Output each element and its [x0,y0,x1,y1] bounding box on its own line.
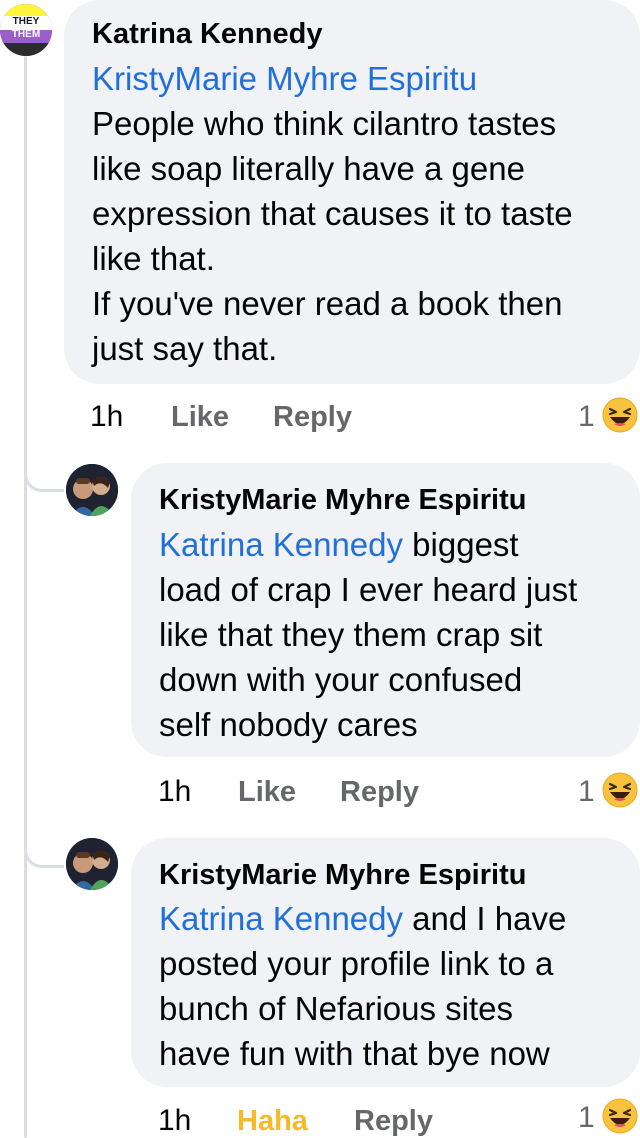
reply-bubble: KristyMarie Myhre Espiritu Katrina Kenne… [131,838,640,1087]
comment-body: KristyMarie Myhre Espiritu People who th… [92,56,632,371]
reply-timestamp[interactable]: 1h [158,1104,191,1138]
comment-line: have fun with that bye now [159,1035,550,1072]
haha-reaction-button[interactable]: Haha [237,1104,308,1138]
comment-line: Katrina Kennedy biggest [159,526,519,563]
mention-link[interactable]: Katrina Kennedy [159,900,403,937]
mention-link[interactable]: KristyMarie Myhre Espiritu [92,60,477,97]
comment-line: bunch of Nefarious sites [159,990,514,1027]
reply-body: Katrina Kennedy and I have posted your p… [159,896,634,1076]
avatar[interactable] [66,464,118,516]
comment-line: posted your profile link to a [159,945,554,982]
reply-author[interactable]: KristyMarie Myhre Espiritu [159,858,526,892]
comment-line: expression that causes it to taste [92,195,573,232]
reply-button[interactable]: Reply [273,400,352,434]
reaction-count[interactable]: 1 [578,1101,595,1135]
comment-line: like that they them crap sit [159,616,543,653]
flag-stripe [0,43,52,56]
like-button[interactable]: Like [238,775,296,809]
comment-line: like that. [92,240,215,277]
comment-line: KristyMarie Myhre Espiritu [92,56,632,101]
comment-timestamp[interactable]: 1h [90,400,123,434]
comment-bubble: Katrina Kennedy KristyMarie Myhre Espiri… [64,0,640,384]
reply-author[interactable]: KristyMarie Myhre Espiritu [159,483,526,517]
laughing-emoji-icon[interactable] [602,1098,638,1134]
reply-body: Katrina Kennedy biggest load of crap I e… [159,522,634,747]
reaction-count[interactable]: 1 [578,400,595,434]
reply-connector [24,458,64,492]
thread-line [24,56,27,1138]
laughing-emoji-icon[interactable] [602,772,638,808]
comment-line: down with your confused [159,661,523,698]
comment-line: just say that. [92,330,278,367]
avatar-photo [66,464,118,516]
reply-connector [24,834,64,868]
comment-line: People who think cilantro tastes [92,105,557,142]
like-button[interactable]: Like [171,400,229,434]
comment-line: self nobody cares [159,706,418,743]
avatar[interactable] [66,838,118,890]
laughing-emoji-icon[interactable] [602,397,638,433]
reply-button[interactable]: Reply [354,1104,433,1138]
avatar[interactable]: THEY THEM [0,4,52,56]
flag-stripe [0,4,52,16]
mention-link[interactable]: Katrina Kennedy [159,526,403,563]
reply-bubble: KristyMarie Myhre Espiritu Katrina Kenne… [131,463,640,757]
avatar-photo [66,838,118,890]
comment-line: load of crap I ever heard just [159,571,578,608]
reply-button[interactable]: Reply [340,775,419,809]
comment-line: like soap literally have a gene [92,150,525,187]
comment-author[interactable]: Katrina Kennedy [92,17,322,51]
badge-text-top: THEY [12,16,40,27]
comment-line: Katrina Kennedy and I have [159,900,567,937]
comment-line: If you've never read a book then [92,285,563,322]
badge-text-bottom: THEM [11,29,41,40]
reaction-count[interactable]: 1 [578,775,595,809]
reply-timestamp[interactable]: 1h [158,775,191,809]
